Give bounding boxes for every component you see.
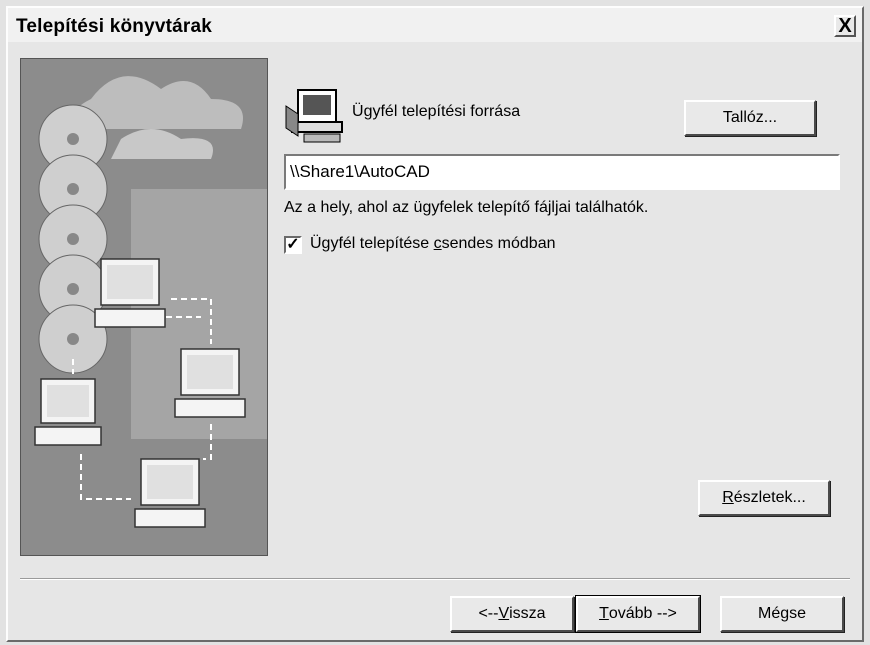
- checkmark-icon: ✓: [286, 236, 300, 253]
- client-source-path-input[interactable]: [284, 154, 840, 190]
- computer-setup-icon: [285, 89, 343, 143]
- silent-install-label-pre: Ügyfél telepítése: [310, 235, 434, 252]
- browse-button[interactable]: Tallóz...: [684, 100, 816, 136]
- next-button-post: ovább -->: [608, 605, 677, 622]
- details-button[interactable]: Részletek...: [698, 480, 830, 516]
- silent-install-checkbox[interactable]: ✓: [284, 236, 302, 254]
- silent-install-label-accel: c: [433, 235, 442, 252]
- details-button-accel: R: [722, 489, 734, 506]
- details-button-post: észletek...: [733, 489, 806, 506]
- setup-dialog: Telepítési könyvtárak X Ügyfél telepítés…: [6, 6, 864, 642]
- dialog-title: Telepítési könyvtárak: [16, 16, 213, 37]
- title-bar[interactable]: Telepítési könyvtárak X: [8, 8, 862, 42]
- network-install-illustration-icon: [21, 59, 267, 555]
- back-button[interactable]: <-- Vissza: [450, 596, 574, 632]
- next-button[interactable]: Tovább -->: [575, 595, 701, 633]
- silent-install-label-post: sendes módban: [441, 235, 556, 252]
- back-button-post: issza: [509, 605, 546, 622]
- client-source-label-post: yfél telepítési forrása: [372, 103, 521, 120]
- client-source-label: Ügyfél telepítési forrása: [352, 103, 520, 121]
- client-source-description: Az a hely, ahol az ügyfelek telepítő fáj…: [284, 199, 649, 216]
- client-source-label-pre: Ü: [352, 103, 364, 120]
- close-icon: X: [838, 15, 852, 37]
- button-separator: [20, 578, 850, 580]
- close-button[interactable]: X: [834, 15, 856, 37]
- cancel-button[interactable]: Mégse: [720, 596, 844, 632]
- back-button-accel: V: [498, 605, 510, 622]
- silent-install-label[interactable]: Ügyfél telepítése csendes módban: [310, 235, 555, 253]
- setup-illustration: [20, 58, 268, 556]
- back-button-pre: <--: [478, 605, 499, 622]
- next-button-accel: T: [599, 605, 609, 622]
